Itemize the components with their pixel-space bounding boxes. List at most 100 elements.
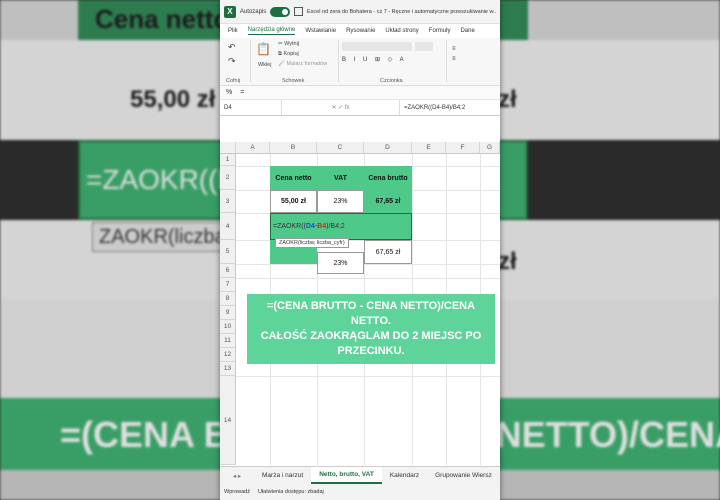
- column-header-f[interactable]: F: [446, 142, 480, 154]
- paste-icon[interactable]: 📋: [256, 42, 271, 56]
- cell-d2[interactable]: Cena brutto: [364, 166, 412, 190]
- excel-window: X Autozapis Excel od zera do Bohatera - …: [220, 0, 500, 500]
- column-header-a[interactable]: A: [236, 142, 270, 154]
- status-mode: Wprowadź: [224, 489, 250, 495]
- bg-title: Cena netto: [95, 4, 230, 34]
- cell-c5[interactable]: 23%: [317, 252, 364, 274]
- save-icon[interactable]: [294, 7, 303, 16]
- ribbon-tabs: Plik Narzędzia główne Wstawianie Rysowan…: [220, 24, 500, 38]
- formula-prefix: =ZAOKR((: [273, 223, 306, 230]
- name-box[interactable]: D4: [220, 100, 282, 115]
- row-header[interactable]: 10: [220, 320, 236, 334]
- align-icons[interactable]: ≡ ≡: [452, 44, 456, 64]
- column-header-d[interactable]: D: [364, 142, 412, 154]
- cell-d4-editing[interactable]: =ZAOKR((D4-B4)/B4;2: [270, 213, 412, 240]
- divider: [446, 40, 447, 82]
- grid-line: [236, 264, 500, 265]
- tab-plik[interactable]: Plik: [228, 28, 238, 34]
- sheet-tab-grupowanie[interactable]: Grupowanie Wiersz: [427, 467, 500, 484]
- sheet-tab-netto-brutto[interactable]: Netto, brutto, VAT: [311, 467, 382, 484]
- autosave-label: Autozapis: [239, 8, 267, 15]
- callout-line-1: =(CENA BRUTTO - CENA NETTO)/CENA NETTO.: [266, 300, 476, 327]
- select-all-corner[interactable]: [220, 142, 236, 154]
- cell-edit-formula[interactable]: =ZAOKR((D4-B4)/B4;2: [273, 223, 345, 230]
- font-format-icons[interactable]: B I U ⊞ ◇ A: [342, 56, 407, 63]
- tab-wstawianie[interactable]: Wstawianie: [305, 28, 336, 34]
- column-header-e[interactable]: E: [412, 142, 446, 154]
- accessibility-status[interactable]: Ułatwienia dostępu: zbadaj: [258, 489, 324, 495]
- cell-b3[interactable]: 55,00 zł: [270, 190, 317, 213]
- tab-rysowanie[interactable]: Rysowanie: [346, 28, 375, 34]
- tab-formuly[interactable]: Formuły: [429, 28, 451, 34]
- column-header-c[interactable]: C: [317, 142, 364, 154]
- tab-uklad-strony[interactable]: Układ strony: [385, 28, 418, 34]
- row-header[interactable]: 14: [220, 376, 236, 465]
- grid-line: [236, 376, 500, 377]
- formula-ref-b4: B4: [317, 223, 327, 230]
- row-header[interactable]: 5: [220, 240, 236, 264]
- sheet-tab-kalendarz[interactable]: Kalendarz: [382, 467, 427, 484]
- row-header[interactable]: 9: [220, 306, 236, 320]
- paste-label[interactable]: Wklej: [258, 62, 271, 68]
- column-header-g[interactable]: G: [480, 142, 500, 154]
- row-header[interactable]: 4: [220, 213, 236, 240]
- bg-right-value: zł: [498, 248, 517, 275]
- ribbon: ↶ ↷ Cofnij 📋 Wklej ✂ Wytnij ⧉ Kopiuj 🖌 M…: [220, 38, 500, 86]
- formula-bar: D4 ✕ ✓ fx =ZAOKR((D4-B4)/B4;2: [220, 100, 500, 116]
- row-header[interactable]: 1: [220, 154, 236, 166]
- cell-d5[interactable]: 67,65 zł: [364, 240, 412, 264]
- callout-line-2: CAŁOŚĆ ZAOKRĄGLAM DO 2 MIEJSC PO PRZECIN…: [260, 330, 482, 357]
- tab-dane[interactable]: Dane: [460, 28, 474, 34]
- clipboard-group-label: Schowek: [282, 78, 305, 84]
- autosave-toggle[interactable]: [270, 6, 291, 17]
- format-painter-label: Malarz formatów: [286, 61, 328, 67]
- cut-label: Wytnij: [284, 41, 300, 47]
- cell-c2[interactable]: VAT: [317, 166, 364, 190]
- bg-right-value: zł: [498, 86, 517, 113]
- explanation-callout: =(CENA BRUTTO - CENA NETTO)/CENA NETTO. …: [247, 294, 495, 364]
- tab-narzedzia-glowne[interactable]: Narzędzia główne: [247, 27, 296, 35]
- sheet-tab-marza[interactable]: Marża i narzut: [254, 467, 311, 484]
- sheet-tabs-bar: ◂ ▸ Marża i narzut Netto, brutto, VAT Ka…: [220, 466, 500, 484]
- window-title: Excel od zera do Bohatera - cz 7 - Ręczn…: [307, 8, 496, 15]
- function-tooltip: ZAOKR(liczba; liczba_cyfr): [275, 238, 349, 248]
- font-size-box[interactable]: [415, 42, 433, 51]
- excel-logo-icon: X: [224, 5, 236, 18]
- undo-icon[interactable]: ↶: [228, 42, 236, 53]
- copy-label: Kopiuj: [283, 51, 299, 57]
- font-name-box[interactable]: [342, 42, 412, 51]
- copy-button[interactable]: ⧉ Kopiuj: [278, 51, 299, 58]
- cell-b2[interactable]: Cena netto: [270, 166, 317, 190]
- status-bar: Wprowadź Ułatwienia dostępu: zbadaj: [220, 484, 500, 500]
- row-header[interactable]: 7: [220, 278, 236, 292]
- formula-ref-d4: D4: [305, 223, 315, 230]
- title-bar: X Autozapis Excel od zera do Bohatera - …: [220, 0, 500, 24]
- equals-icon[interactable]: =: [240, 89, 244, 96]
- formula-bar-icons[interactable]: ✕ ✓ fx: [282, 100, 400, 115]
- row-header[interactable]: 12: [220, 348, 236, 362]
- sheet-nav-arrows-icon[interactable]: ◂ ▸: [220, 472, 254, 480]
- row-header[interactable]: 11: [220, 334, 236, 348]
- spreadsheet-grid[interactable]: A B C D E F G 1 2 3 4 5 6 7 8 9 10 11 12…: [220, 142, 500, 465]
- row-header[interactable]: 13: [220, 362, 236, 376]
- formula-input[interactable]: =ZAOKR((D4-B4)/B4;2: [400, 105, 465, 111]
- row-header[interactable]: 6: [220, 264, 236, 278]
- cell-c3[interactable]: 23%: [317, 190, 364, 213]
- grid-line: [236, 278, 500, 279]
- format-painter-button[interactable]: 🖌 Malarz formatów: [278, 61, 327, 67]
- column-header-b[interactable]: B: [270, 142, 317, 154]
- formula-suffix: )/B4;2: [326, 223, 345, 230]
- undo-group-label: Cofnij: [226, 78, 241, 84]
- row-header[interactable]: 2: [220, 166, 236, 190]
- redo-icon[interactable]: ↷: [228, 56, 236, 67]
- divider: [338, 40, 339, 82]
- divider: [250, 40, 251, 82]
- cell-d3[interactable]: 67,65 zł: [364, 190, 412, 213]
- font-group-label: Czcionka: [380, 78, 403, 84]
- bg-price: 55,00 zł: [130, 86, 216, 113]
- cut-button[interactable]: ✂ Wytnij: [278, 41, 299, 47]
- row-header[interactable]: 3: [220, 190, 236, 213]
- video-frame: Cena netto 55,00 zł zł =ZAOKR((D4- ZAOKR…: [0, 0, 720, 500]
- row-header[interactable]: 8: [220, 292, 236, 306]
- percent-icon[interactable]: %: [226, 89, 232, 96]
